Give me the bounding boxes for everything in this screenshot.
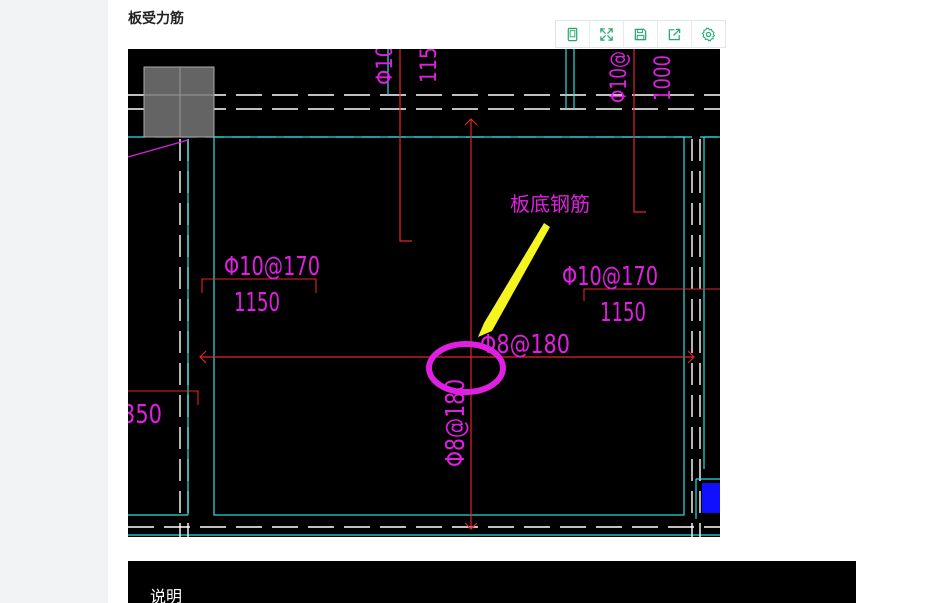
save-icon (634, 28, 647, 40)
rebar-label-top-right-a: Φ10@ (607, 51, 632, 103)
bottom-drawing-panel: 说明 (128, 561, 856, 603)
settings-button[interactable] (692, 21, 725, 47)
fullscreen-button[interactable] (590, 21, 624, 47)
save-button[interactable] (624, 21, 658, 47)
magenta-leader (128, 139, 189, 158)
share-icon (668, 28, 681, 40)
annotation-label: 板底钢筋 (510, 192, 590, 216)
phone-view-button[interactable] (556, 21, 590, 47)
share-button[interactable] (658, 21, 692, 47)
fullscreen-icon (600, 27, 613, 41)
rebar-label-left-spec: Φ10@170 (224, 252, 320, 282)
rebar-label-far-left: 350 (128, 400, 162, 430)
left-sidebar (0, 0, 108, 603)
notes-label: 说明 (150, 587, 183, 603)
rebar-top-left (399, 49, 412, 242)
cad-canvas: Φ10@170 1150 Φ10@170 1150 Φ8@180 Φ8@180 … (128, 49, 720, 537)
rebar-label-left-len: 1150 (234, 288, 280, 318)
annotation-arrow (478, 223, 550, 337)
blue-block (702, 483, 720, 513)
column-block (143, 66, 215, 138)
settings-icon (701, 26, 716, 42)
cad-drawing: Φ10@170 1150 Φ10@170 1150 Φ8@180 Φ8@180 … (128, 49, 720, 537)
rebar-label-right-spec: Φ10@170 (562, 262, 658, 292)
rebar-label-top-left-a: Φ10 (373, 49, 398, 85)
phone-icon (567, 27, 578, 41)
rebar-label-right-len: 1150 (600, 298, 646, 328)
rebar-label-top-left-b: 115 (417, 49, 442, 83)
rebar-label-top-right-b: 1000 (651, 55, 676, 101)
section-title: 板受力筋 (128, 11, 184, 27)
rebar-top-right (633, 49, 646, 213)
image-toolbar (555, 20, 726, 48)
